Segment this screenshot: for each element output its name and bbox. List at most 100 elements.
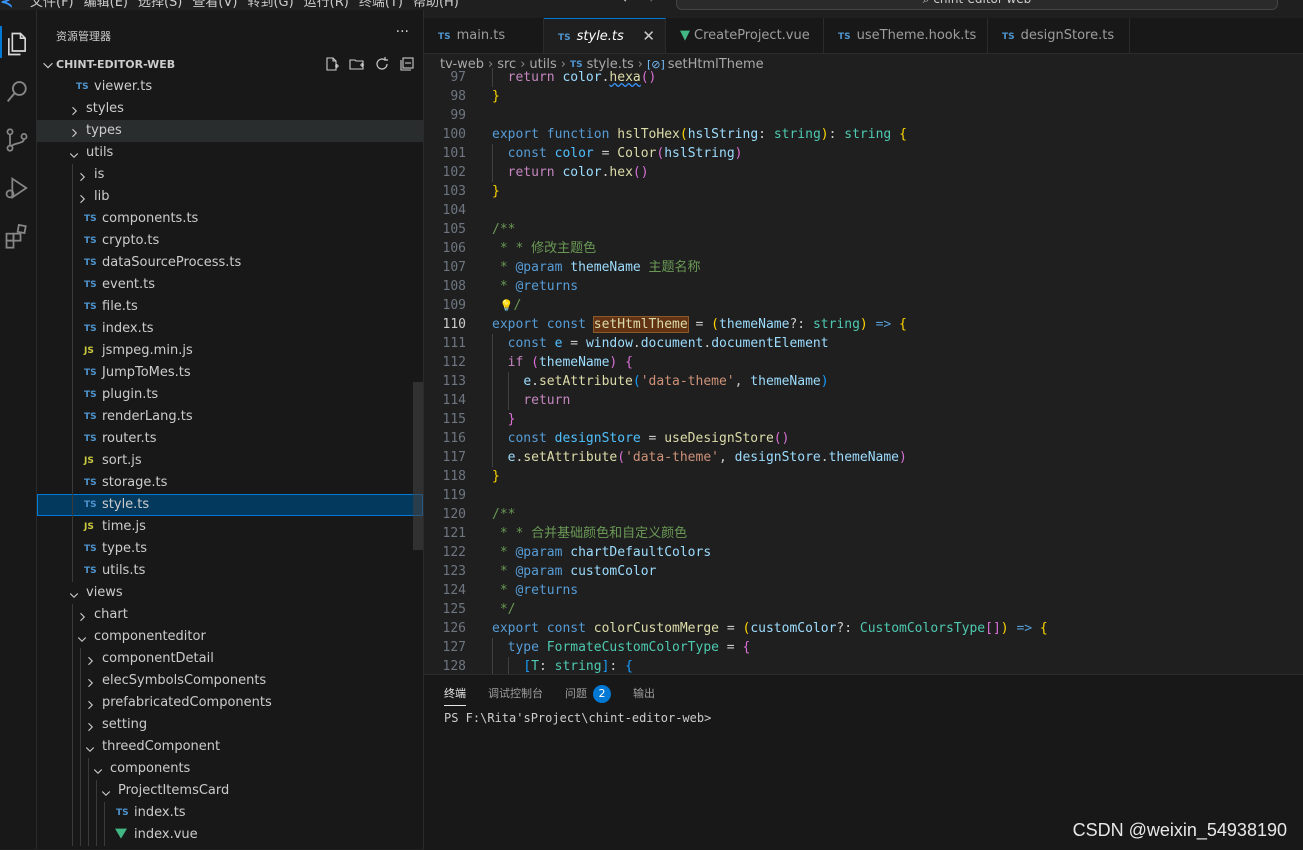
tree-file[interactable]: TS event.ts — [37, 274, 423, 296]
tree-file[interactable]: JS time.js — [37, 516, 423, 538]
tree-file[interactable]: TS index.ts — [37, 802, 423, 824]
search-icon[interactable] — [0, 70, 36, 110]
tree-file[interactable]: TS file.ts — [37, 296, 423, 318]
code-line: 110 export const setHtmlTheme = (themeNam… — [424, 315, 1303, 334]
tab-output[interactable]: 输出 — [633, 685, 655, 707]
indent-guide — [72, 340, 73, 362]
tree-folder[interactable]: utils — [37, 142, 423, 164]
tree-folder[interactable]: prefabricatedComponents — [37, 692, 423, 714]
run-debug-icon[interactable] — [0, 166, 36, 206]
tree-folder[interactable]: is — [37, 164, 423, 186]
line-number: 103 — [442, 184, 466, 199]
code-text: export const setHtmlTheme = (themeName?:… — [492, 316, 907, 333]
tab-style-ts[interactable]: TS style.ts ✕ — [544, 18, 666, 53]
chevron-down-icon — [101, 791, 111, 797]
tree-folder[interactable]: chart — [37, 604, 423, 626]
code-text: * @param chartDefaultColors — [492, 545, 712, 560]
menu-item[interactable]: 帮助(H) — [413, 0, 459, 10]
lightbulb-icon[interactable]: 💡 — [500, 299, 514, 312]
chevron-right-icon — [72, 128, 78, 138]
tree-item-label: utils — [86, 145, 114, 160]
extensions-icon[interactable] — [0, 214, 36, 254]
tree-folder[interactable]: types — [37, 120, 423, 142]
code-text: /** — [492, 507, 516, 522]
tree-item-label: renderLang.ts — [102, 409, 193, 424]
code-line: 105 /** — [424, 220, 1303, 239]
collapse-all-icon[interactable] — [399, 56, 415, 72]
ts-file-icon: TS — [84, 500, 97, 510]
tab-usetheme-hook-ts[interactable]: TS useTheme.hook.ts — [824, 18, 988, 53]
tab-createproject-vue[interactable]: ▼ CreateProject.vue — [666, 18, 824, 53]
tree-folder[interactable]: views — [37, 582, 423, 604]
tree-file[interactable]: TS crypto.ts — [37, 230, 423, 252]
code-line: 108 * @returns — [424, 277, 1303, 296]
code-view[interactable]: 97 return color.hexa() 98} 99 100 export fun… — [424, 68, 1303, 674]
more-actions-button[interactable]: ··· — [396, 24, 409, 40]
tree-folder[interactable]: componenteditor — [37, 626, 423, 648]
menu-item[interactable]: 编辑(E) — [84, 0, 128, 10]
tree-file[interactable]: TS plugin.ts — [37, 384, 423, 406]
indent-guide — [88, 802, 89, 824]
menu-item[interactable]: 查看(V) — [192, 0, 237, 10]
forward-arrow-icon[interactable]: → — [643, 0, 655, 7]
tree-folder[interactable]: threedComponent — [37, 736, 423, 758]
tree-item-label: chart — [94, 607, 128, 622]
project-section-header[interactable]: CHINT-EDITOR-WEB — [37, 54, 423, 76]
tree-folder[interactable]: styles — [37, 98, 423, 120]
close-icon[interactable]: ✕ — [642, 19, 655, 54]
ts-file-icon: TS — [1002, 32, 1015, 42]
code-line: 120 /** — [424, 505, 1303, 524]
tree-file[interactable]: TS style.ts — [37, 494, 423, 516]
menu-item[interactable]: 终端(T) — [359, 0, 403, 10]
tab-problems[interactable]: 问题 2 — [565, 685, 611, 707]
menu-item[interactable]: 选择(S) — [138, 0, 182, 10]
back-arrow-icon[interactable]: ← — [622, 0, 634, 7]
tree-file[interactable]: TS dataSourceProcess.ts — [37, 252, 423, 274]
tree-folder[interactable]: componentDetail — [37, 648, 423, 670]
refresh-icon[interactable] — [374, 56, 390, 72]
tab-terminal[interactable]: 终端 — [444, 685, 466, 707]
tree-file[interactable]: ▼ index.vue — [37, 824, 423, 846]
tree-file[interactable]: TS storage.ts — [37, 472, 423, 494]
indent-guide — [72, 274, 73, 296]
vue-file-icon: ▼ — [680, 28, 690, 43]
tree-file[interactable]: TS viewer.ts — [37, 76, 423, 98]
tree-file[interactable]: TS JumpToMes.ts — [37, 362, 423, 384]
code-text: * * 合并基础颜色和自定义颜色 — [492, 526, 688, 541]
explorer-icon[interactable] — [0, 22, 36, 62]
tab-main-ts[interactable]: TS main.ts — [424, 18, 544, 53]
tree-folder[interactable]: ProjectItemsCard — [37, 780, 423, 802]
line-number: 127 — [442, 640, 466, 655]
tree-folder[interactable]: elecSymbolsComponents — [37, 670, 423, 692]
tree-folder[interactable]: setting — [37, 714, 423, 736]
tab-designstore-ts[interactable]: TS designStore.ts — [988, 18, 1130, 53]
new-folder-icon[interactable] — [349, 56, 365, 72]
tree-file[interactable]: TS type.ts — [37, 538, 423, 560]
menu-item[interactable]: 运行(R) — [304, 0, 349, 10]
line-number: 119 — [442, 488, 466, 503]
tree-file[interactable]: JS jsmpeg.min.js — [37, 340, 423, 362]
terminal-prompt[interactable]: PS F:\Rita'sProject\chint-editor-web> — [444, 711, 711, 725]
menu-item[interactable]: 文件(F) — [30, 0, 74, 10]
tree-file[interactable]: TS utils.ts — [37, 560, 423, 582]
tree-item-label: time.js — [102, 519, 146, 534]
tree-file[interactable]: JS sort.js — [37, 450, 423, 472]
tree-file[interactable]: TS components.ts — [37, 208, 423, 230]
sidebar-scrollbar[interactable] — [413, 382, 423, 550]
new-file-icon[interactable] — [324, 56, 340, 72]
tree-file[interactable]: TS renderLang.ts — [37, 406, 423, 428]
tree-file[interactable]: TS router.ts — [37, 428, 423, 450]
tree-folder[interactable]: lib — [37, 186, 423, 208]
tab-debug-console[interactable]: 调试控制台 — [488, 685, 543, 707]
command-center[interactable]: ⌕ chint-editor-web — [676, 0, 1278, 10]
ts-file-icon: TS — [84, 324, 97, 334]
menu-item[interactable]: 转到(G) — [247, 0, 293, 10]
js-file-icon: JS — [84, 346, 94, 356]
tree-folder[interactable]: components — [37, 758, 423, 780]
explorer-sidebar: 资源管理器 ··· CHINT-EDITOR-WEB TS viewer.ts st… — [37, 10, 424, 849]
nav-arrows[interactable]: ← → — [622, 0, 654, 7]
indent-guide — [72, 230, 73, 252]
tree-file[interactable]: TS index.ts — [37, 318, 423, 340]
line-number: 105 — [442, 222, 466, 237]
source-control-icon[interactable] — [0, 118, 36, 158]
